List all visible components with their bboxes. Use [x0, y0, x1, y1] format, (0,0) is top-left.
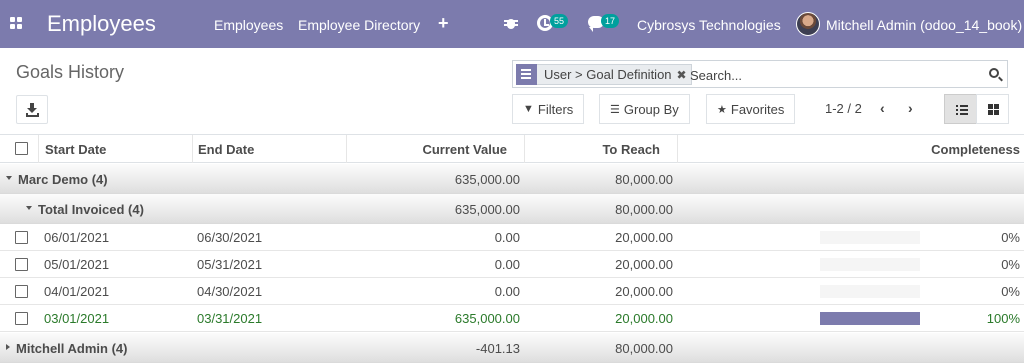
table-row[interactable]: 03/01/2021 03/31/2021 635,000.00 20,000.…: [0, 305, 1024, 332]
completeness-progress-bar: [820, 258, 920, 271]
facet-remove-icon[interactable]: ✖: [677, 68, 687, 82]
row-to-reach: 20,000.00: [615, 230, 673, 245]
row-completeness: 0%: [1001, 284, 1020, 299]
top-navbar: Employees Employees Employee Directory +…: [0, 0, 1024, 48]
group-label: Marc Demo (4): [18, 172, 108, 187]
search-icon[interactable]: [989, 68, 999, 78]
filter-funnel-icon: ▼: [523, 103, 534, 115]
company-switcher[interactable]: Cybrosys Technologies: [637, 17, 781, 33]
row-start-date: 03/01/2021: [44, 311, 110, 326]
select-all-checkbox[interactable]: [15, 142, 28, 155]
export-button[interactable]: [16, 95, 48, 124]
menu-employees[interactable]: Employees: [214, 17, 283, 33]
search-input[interactable]: [690, 65, 980, 85]
completeness-progress-bar: [820, 285, 920, 298]
subgroup-row[interactable]: Total Invoiced (4) 635,000.00 80,000.00: [0, 194, 1024, 224]
table-row[interactable]: 05/01/2021 05/31/2021 0.00 20,000.00 0%: [0, 251, 1024, 278]
user-avatar[interactable]: [796, 12, 820, 36]
menu-employee-directory[interactable]: Employee Directory: [298, 17, 420, 33]
row-end-date: 04/30/2021: [197, 284, 263, 299]
filters-button[interactable]: ▼ Filters: [512, 94, 585, 124]
group-current-value: 635,000.00: [454, 202, 520, 217]
pager-previous-icon[interactable]: ‹: [880, 100, 885, 116]
app-title[interactable]: Employees: [47, 11, 156, 37]
user-menu[interactable]: Mitchell Admin (odoo_14_book): [826, 17, 1022, 33]
search-bar: User > Goal Definition ✖: [512, 60, 1008, 88]
facet-label: User > Goal Definition: [544, 67, 672, 82]
apps-menu-icon[interactable]: [10, 17, 23, 30]
row-end-date: 06/30/2021: [197, 230, 263, 245]
kanban-view-button[interactable]: [976, 94, 1009, 124]
row-to-reach: 20,000.00: [615, 257, 673, 272]
group-current-value: 635,000.00: [454, 172, 520, 187]
row-current-value: 635,000.00: [454, 311, 520, 326]
group-to-reach: 80,000.00: [615, 172, 673, 187]
pager-next-icon[interactable]: ›: [908, 100, 913, 116]
activity-count-badge: 55: [550, 14, 569, 28]
group-label: Mitchell Admin (4): [16, 341, 128, 356]
row-checkbox[interactable]: [15, 231, 28, 244]
breadcrumb-title: Goals History: [16, 62, 125, 82]
header-completeness[interactable]: Completeness: [800, 142, 1020, 157]
row-completeness: 0%: [1001, 230, 1020, 245]
debug-bug-icon[interactable]: [504, 16, 518, 30]
plus-icon[interactable]: +: [438, 13, 449, 34]
table-header: Start Date End Date Current Value To Rea…: [0, 134, 1024, 163]
favorites-button[interactable]: ★ Favorites: [706, 94, 796, 124]
completeness-progress-bar: [820, 312, 920, 325]
caret-right-icon: [6, 344, 10, 350]
header-to-reach[interactable]: To Reach: [530, 142, 660, 157]
completeness-progress-bar: [820, 231, 920, 244]
group-by-list-icon: [516, 63, 537, 85]
caret-down-icon: [6, 176, 12, 180]
header-end-date[interactable]: End Date: [198, 142, 254, 157]
message-count-badge: 17: [601, 14, 620, 28]
download-icon: [27, 103, 37, 113]
row-checkbox[interactable]: [15, 285, 28, 298]
group-to-reach: 80,000.00: [615, 341, 673, 356]
row-completeness: 100%: [986, 311, 1020, 326]
star-icon: ★: [717, 103, 727, 116]
group-by-icon: ☰: [610, 103, 620, 116]
group-current-value: -401.13: [475, 341, 520, 356]
group-row[interactable]: Mitchell Admin (4) -401.13 80,000.00: [0, 333, 1024, 363]
group-label: Total Invoiced (4): [38, 202, 144, 217]
row-checkbox[interactable]: [15, 258, 28, 271]
group-to-reach: 80,000.00: [615, 202, 673, 217]
row-end-date: 05/31/2021: [197, 257, 263, 272]
search-facet: User > Goal Definition ✖: [516, 63, 692, 85]
header-start-date[interactable]: Start Date: [45, 142, 106, 157]
row-checkbox[interactable]: [15, 312, 28, 325]
row-to-reach: 20,000.00: [615, 284, 673, 299]
table-row[interactable]: 06/01/2021 06/30/2021 0.00 20,000.00 0%: [0, 224, 1024, 251]
group-row[interactable]: Marc Demo (4) 635,000.00 80,000.00: [0, 164, 1024, 194]
row-to-reach: 20,000.00: [615, 311, 673, 326]
row-start-date: 05/01/2021: [44, 257, 110, 272]
row-start-date: 04/01/2021: [44, 284, 110, 299]
row-completeness: 0%: [1001, 257, 1020, 272]
list-view-button[interactable]: [944, 94, 977, 124]
row-current-value: 0.00: [494, 257, 520, 272]
table-row[interactable]: 04/01/2021 04/30/2021 0.00 20,000.00 0%: [0, 278, 1024, 305]
caret-down-icon: [26, 206, 32, 210]
group-by-button[interactable]: ☰ Group By: [599, 94, 690, 124]
row-current-value: 0.00: [494, 284, 520, 299]
row-end-date: 03/31/2021: [197, 311, 263, 326]
pager-value[interactable]: 1-2 / 2: [825, 101, 862, 116]
header-current-value[interactable]: Current Value: [350, 142, 507, 157]
row-start-date: 06/01/2021: [44, 230, 110, 245]
row-current-value: 0.00: [494, 230, 520, 245]
